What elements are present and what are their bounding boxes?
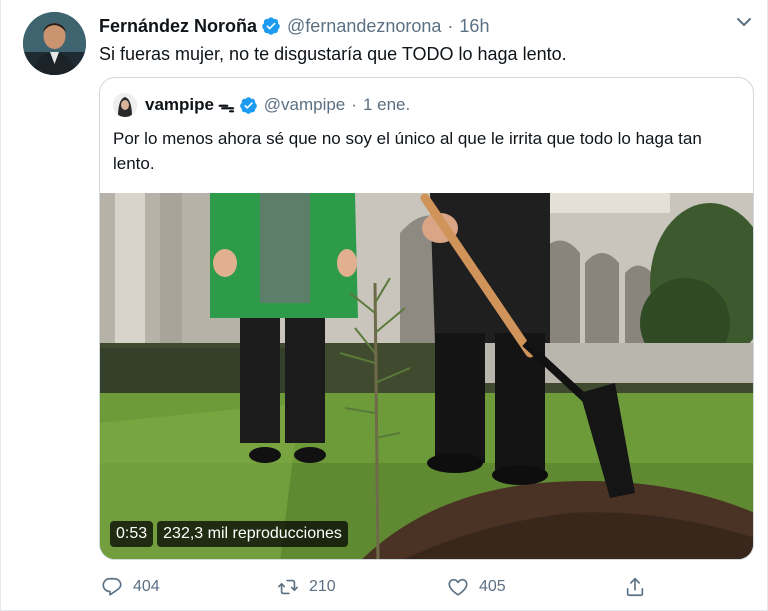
tweet-header: Fernández Noroña @fernandeznorona · 16h <box>99 13 489 39</box>
tweet-timestamp[interactable]: 16h <box>459 16 489 37</box>
tweet-actions: 404 210 405 <box>99 574 754 600</box>
chevron-down-icon[interactable] <box>734 12 754 32</box>
quoted-tweet-header: vampipe ᯓ @vampipe · 1 ene. <box>113 93 410 117</box>
share-button[interactable] <box>624 574 656 600</box>
heart-icon <box>448 578 468 596</box>
like-count: 405 <box>479 578 506 595</box>
video-views: 232,3 mil reproducciones <box>157 521 348 547</box>
author-handle[interactable]: @fernandeznorona <box>287 16 441 37</box>
tweet-card[interactable]: Fernández Noroña @fernandeznorona · 16h … <box>0 0 768 611</box>
retweet-icon <box>278 579 298 595</box>
author-avatar[interactable] <box>23 12 86 75</box>
reply-icon <box>102 577 122 596</box>
quoted-author-emoji: ᯓ <box>217 96 235 116</box>
retweet-button[interactable]: 210 <box>277 574 336 600</box>
quoted-tweet[interactable]: vampipe ᯓ @vampipe · 1 ene. Por lo menos… <box>99 77 754 560</box>
author-name[interactable]: Fernández Noroña <box>99 16 257 37</box>
tweet-text: Si fueras mujer, no te disgustaría que T… <box>99 44 567 64</box>
quoted-tweet-date[interactable]: 1 ene. <box>363 95 410 115</box>
verified-badge-icon <box>239 96 258 115</box>
quoted-author-name[interactable]: vampipe <box>145 95 214 115</box>
quoted-author-handle[interactable]: @vampipe <box>264 95 346 115</box>
separator-dot: · <box>351 95 357 114</box>
video-info: 0:53 232,3 mil reproducciones <box>110 521 348 547</box>
quoted-author-avatar[interactable] <box>113 93 137 117</box>
video-thumbnail <box>100 193 753 559</box>
retweet-count: 210 <box>309 578 336 595</box>
reply-count: 404 <box>133 578 160 595</box>
like-button[interactable]: 405 <box>447 574 506 600</box>
verified-badge-icon <box>261 16 281 36</box>
reply-button[interactable]: 404 <box>101 574 160 600</box>
video-player[interactable]: 0:53 232,3 mil reproducciones <box>100 193 753 559</box>
quoted-tweet-text: Por lo menos ahora sé que no soy el únic… <box>113 129 702 173</box>
separator-dot: · <box>447 15 454 36</box>
share-icon <box>626 577 644 597</box>
user-avatar-image <box>23 12 86 75</box>
video-duration: 0:53 <box>110 521 154 547</box>
